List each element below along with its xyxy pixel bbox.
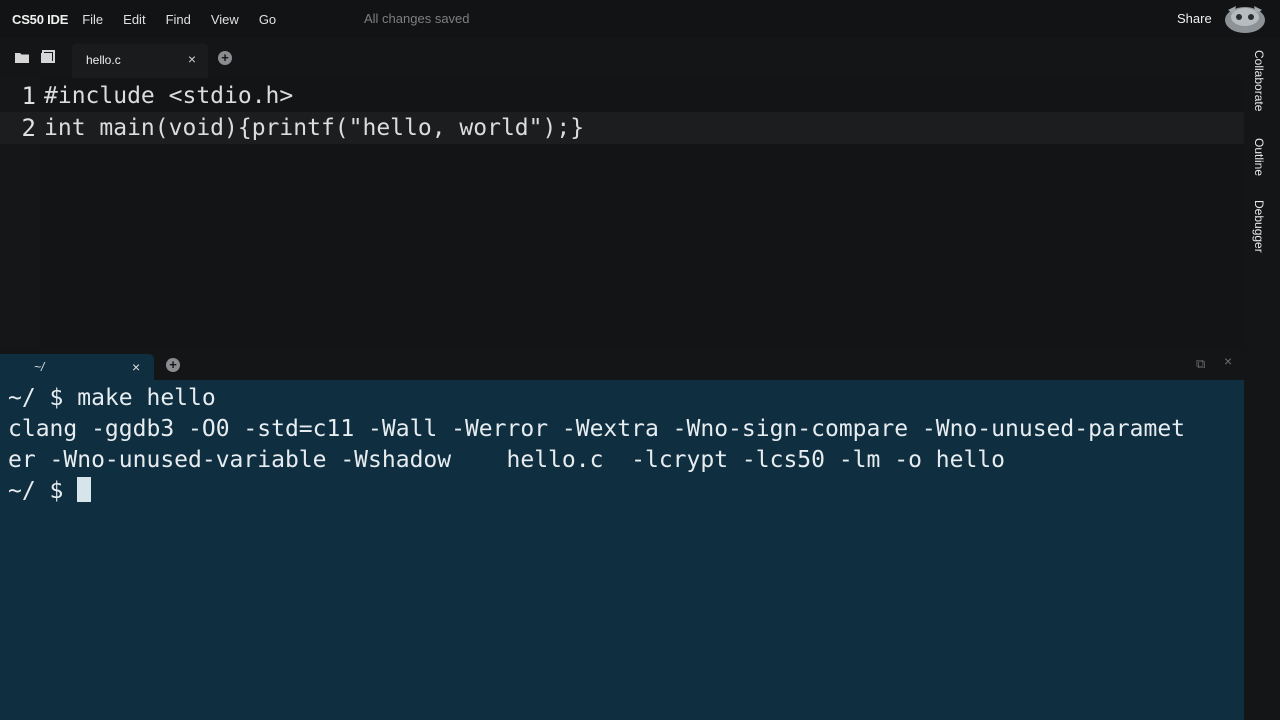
close-icon[interactable]: × <box>188 51 196 67</box>
terminal-line: er -Wno-unused-variable -Wshadow hello.c… <box>8 447 1005 473</box>
close-icon[interactable]: × <box>132 359 140 375</box>
code-editor[interactable]: 1 #include <stdio.h> 2 int main(void){pr… <box>0 78 1244 348</box>
editor-tabbar: hello.c × + <box>0 38 1244 78</box>
terminal-line: ~/ $ make hello <box>8 385 216 411</box>
terminal-tab-label: ~/ <box>34 360 45 374</box>
menu-file[interactable]: File <box>82 12 103 27</box>
right-sidebar: Collaborate Outline Debugger <box>1244 38 1280 720</box>
add-terminal-icon[interactable]: + <box>166 358 180 372</box>
tab-label: hello.c <box>86 53 121 67</box>
menu-view[interactable]: View <box>211 12 239 27</box>
code-text[interactable]: #include <stdio.h> <box>44 80 293 112</box>
share-button[interactable]: Share <box>1177 11 1212 26</box>
close-panel-icon[interactable]: × <box>1224 353 1232 369</box>
menu-find[interactable]: Find <box>166 12 191 27</box>
tab-hello-c[interactable]: hello.c × <box>72 44 208 78</box>
brand-logo[interactable]: CS50 IDE <box>12 12 68 27</box>
code-line-active[interactable]: 2 int main(void){printf("hello, world");… <box>0 112 1244 144</box>
text-cursor <box>77 477 92 502</box>
save-status: All changes saved <box>364 11 470 26</box>
code-text[interactable]: int main(void){printf("hello, world");} <box>44 112 584 144</box>
menu-go[interactable]: Go <box>259 12 276 27</box>
line-number: 2 <box>21 114 36 142</box>
sidebar-tab-debugger[interactable]: Debugger <box>1252 200 1266 253</box>
terminal-prompt: ~/ $ <box>8 478 78 504</box>
menubar: CS50 IDE File Edit Find View Go <box>0 0 1280 38</box>
folder-icon[interactable] <box>14 50 30 64</box>
navigate-icon[interactable] <box>40 50 56 64</box>
code-line[interactable]: 1 #include <stdio.h> <box>0 80 1244 112</box>
terminal[interactable]: ~/ $ make hello clang -ggdb3 -O0 -std=c1… <box>0 380 1244 720</box>
sidebar-tab-collaborate[interactable]: Collaborate <box>1252 50 1266 111</box>
maximize-icon[interactable]: ⧉ <box>1196 356 1205 372</box>
add-tab-icon[interactable]: + <box>218 51 232 65</box>
avatar[interactable] <box>1222 2 1268 36</box>
terminal-prompt-line[interactable]: ~/ $ <box>8 476 92 507</box>
tab-terminal[interactable]: ~/ × <box>0 354 154 380</box>
sidebar-tab-outline[interactable]: Outline <box>1252 138 1266 176</box>
line-number: 1 <box>21 82 36 110</box>
terminal-line: clang -ggdb3 -O0 -std=c11 -Wall -Werror … <box>8 416 1186 442</box>
main-menu: File Edit Find View Go <box>82 12 296 27</box>
menu-edit[interactable]: Edit <box>123 12 145 27</box>
terminal-tabbar: ~/ × + ⧉ × <box>0 348 1244 380</box>
